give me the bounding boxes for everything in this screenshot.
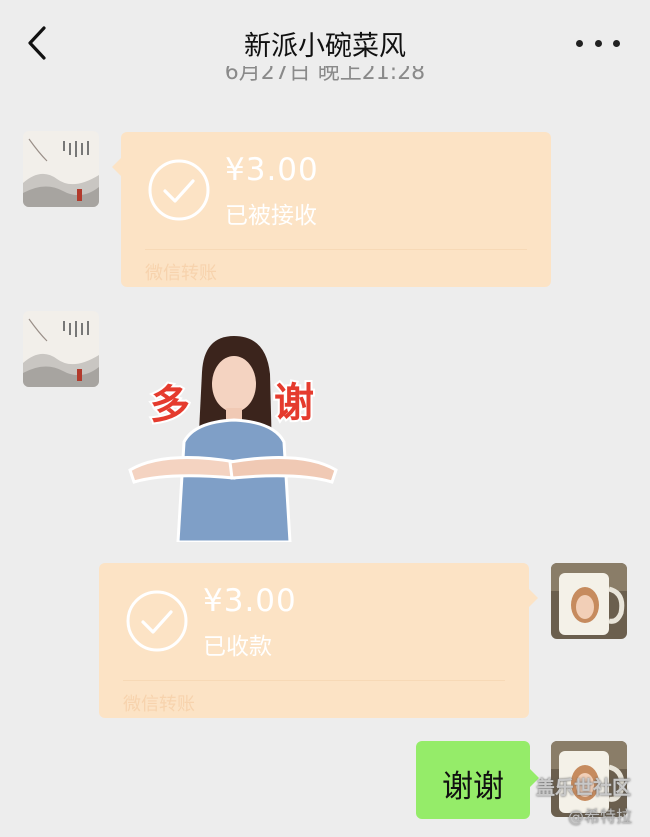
sticker-text-right: 谢 [274,380,314,426]
watermark-user: @希特拉 [568,807,633,826]
transfer-status: 已被接收 [225,203,317,229]
transfer-amount: ¥3.00 [203,583,297,619]
divider [123,680,505,681]
transfer-status: 已收款 [203,634,272,660]
text-bubble[interactable]: 谢谢 [416,741,539,819]
check-circle-icon [148,159,210,221]
transfer-bubble[interactable]: ¥3.00 已被接收 微信转账 [112,132,551,287]
my-avatar[interactable] [551,563,627,639]
more-dots-icon[interactable] [576,30,620,56]
transfer-bubble[interactable]: ¥3.00 已收款 微信转账 [99,563,538,718]
transfer-amount: ¥3.00 [225,152,319,188]
transfer-footer: 微信转账 [145,263,217,284]
divider [145,249,527,250]
sticker-image[interactable]: 多 谢 [124,332,342,544]
contact-avatar[interactable] [23,311,99,387]
chat-title: 新派小碗菜风 [244,31,406,62]
sticker-text-left: 多 [150,382,190,428]
timestamp: 6月27日 晚上21:28 [224,66,426,85]
contact-avatar[interactable] [23,131,99,207]
watermark-site: 盖乐世社区 [536,777,632,799]
transfer-footer: 微信转账 [123,694,195,715]
message-text: 谢谢 [442,769,504,805]
check-circle-icon [126,590,188,652]
